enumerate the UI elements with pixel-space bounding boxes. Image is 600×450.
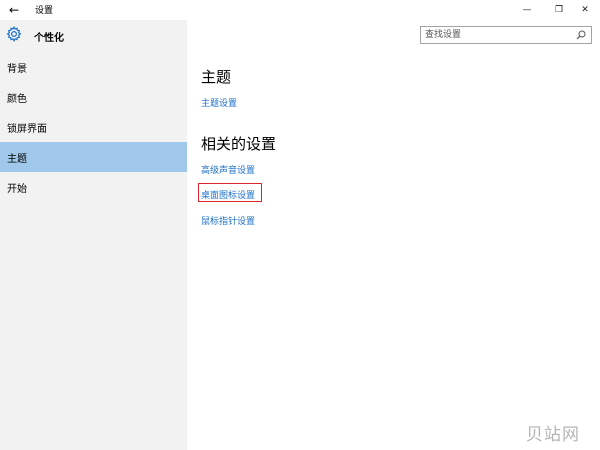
sidebar-item-label: 主题 (7, 154, 27, 165)
highlight-annotation (198, 183, 262, 202)
back-arrow-icon: ← (8, 3, 20, 17)
sidebar-header: 个性化 (0, 20, 187, 52)
search-box[interactable] (420, 26, 592, 44)
gear-icon (6, 26, 22, 42)
title-bar: ← 设置 — ❐ ✕ (0, 0, 600, 20)
sidebar: 个性化 背景 颜色 锁屏界面 主题 开始 (0, 20, 187, 450)
section-title-themes: 主题 (201, 68, 232, 86)
sidebar-item-start[interactable]: 开始 (0, 172, 187, 202)
mouse-pointer-settings-link[interactable]: 鼠标指针设置 (201, 214, 255, 227)
sidebar-item-label: 开始 (7, 184, 27, 195)
advanced-sound-settings-link[interactable]: 高级声音设置 (201, 163, 255, 176)
sidebar-item-colors[interactable]: 颜色 (0, 82, 187, 112)
back-button[interactable]: ← (4, 0, 24, 20)
sidebar-item-background[interactable]: 背景 (0, 52, 187, 82)
watermark: 贝站网 (526, 425, 580, 445)
main-content (187, 20, 600, 450)
window-title: 设置 (35, 6, 54, 16)
theme-settings-link[interactable]: 主题设置 (201, 96, 237, 109)
sidebar-item-label: 背景 (7, 64, 27, 75)
sidebar-item-lock-screen[interactable]: 锁屏界面 (0, 112, 187, 142)
sidebar-item-label: 颜色 (7, 94, 27, 105)
minimize-button[interactable]: — (512, 0, 542, 20)
sidebar-item-label: 锁屏界面 (7, 124, 47, 135)
search-input[interactable] (421, 27, 579, 43)
search-icon[interactable] (575, 29, 587, 41)
sidebar-title: 个性化 (34, 33, 64, 44)
sidebar-item-themes[interactable]: 主题 (0, 142, 187, 172)
close-button[interactable]: ✕ (570, 0, 600, 20)
restore-icon: ❐ (554, 5, 564, 15)
close-icon: ✕ (581, 5, 589, 15)
minimize-icon: — (522, 5, 532, 15)
section-title-related-settings: 相关的设置 (201, 135, 277, 153)
